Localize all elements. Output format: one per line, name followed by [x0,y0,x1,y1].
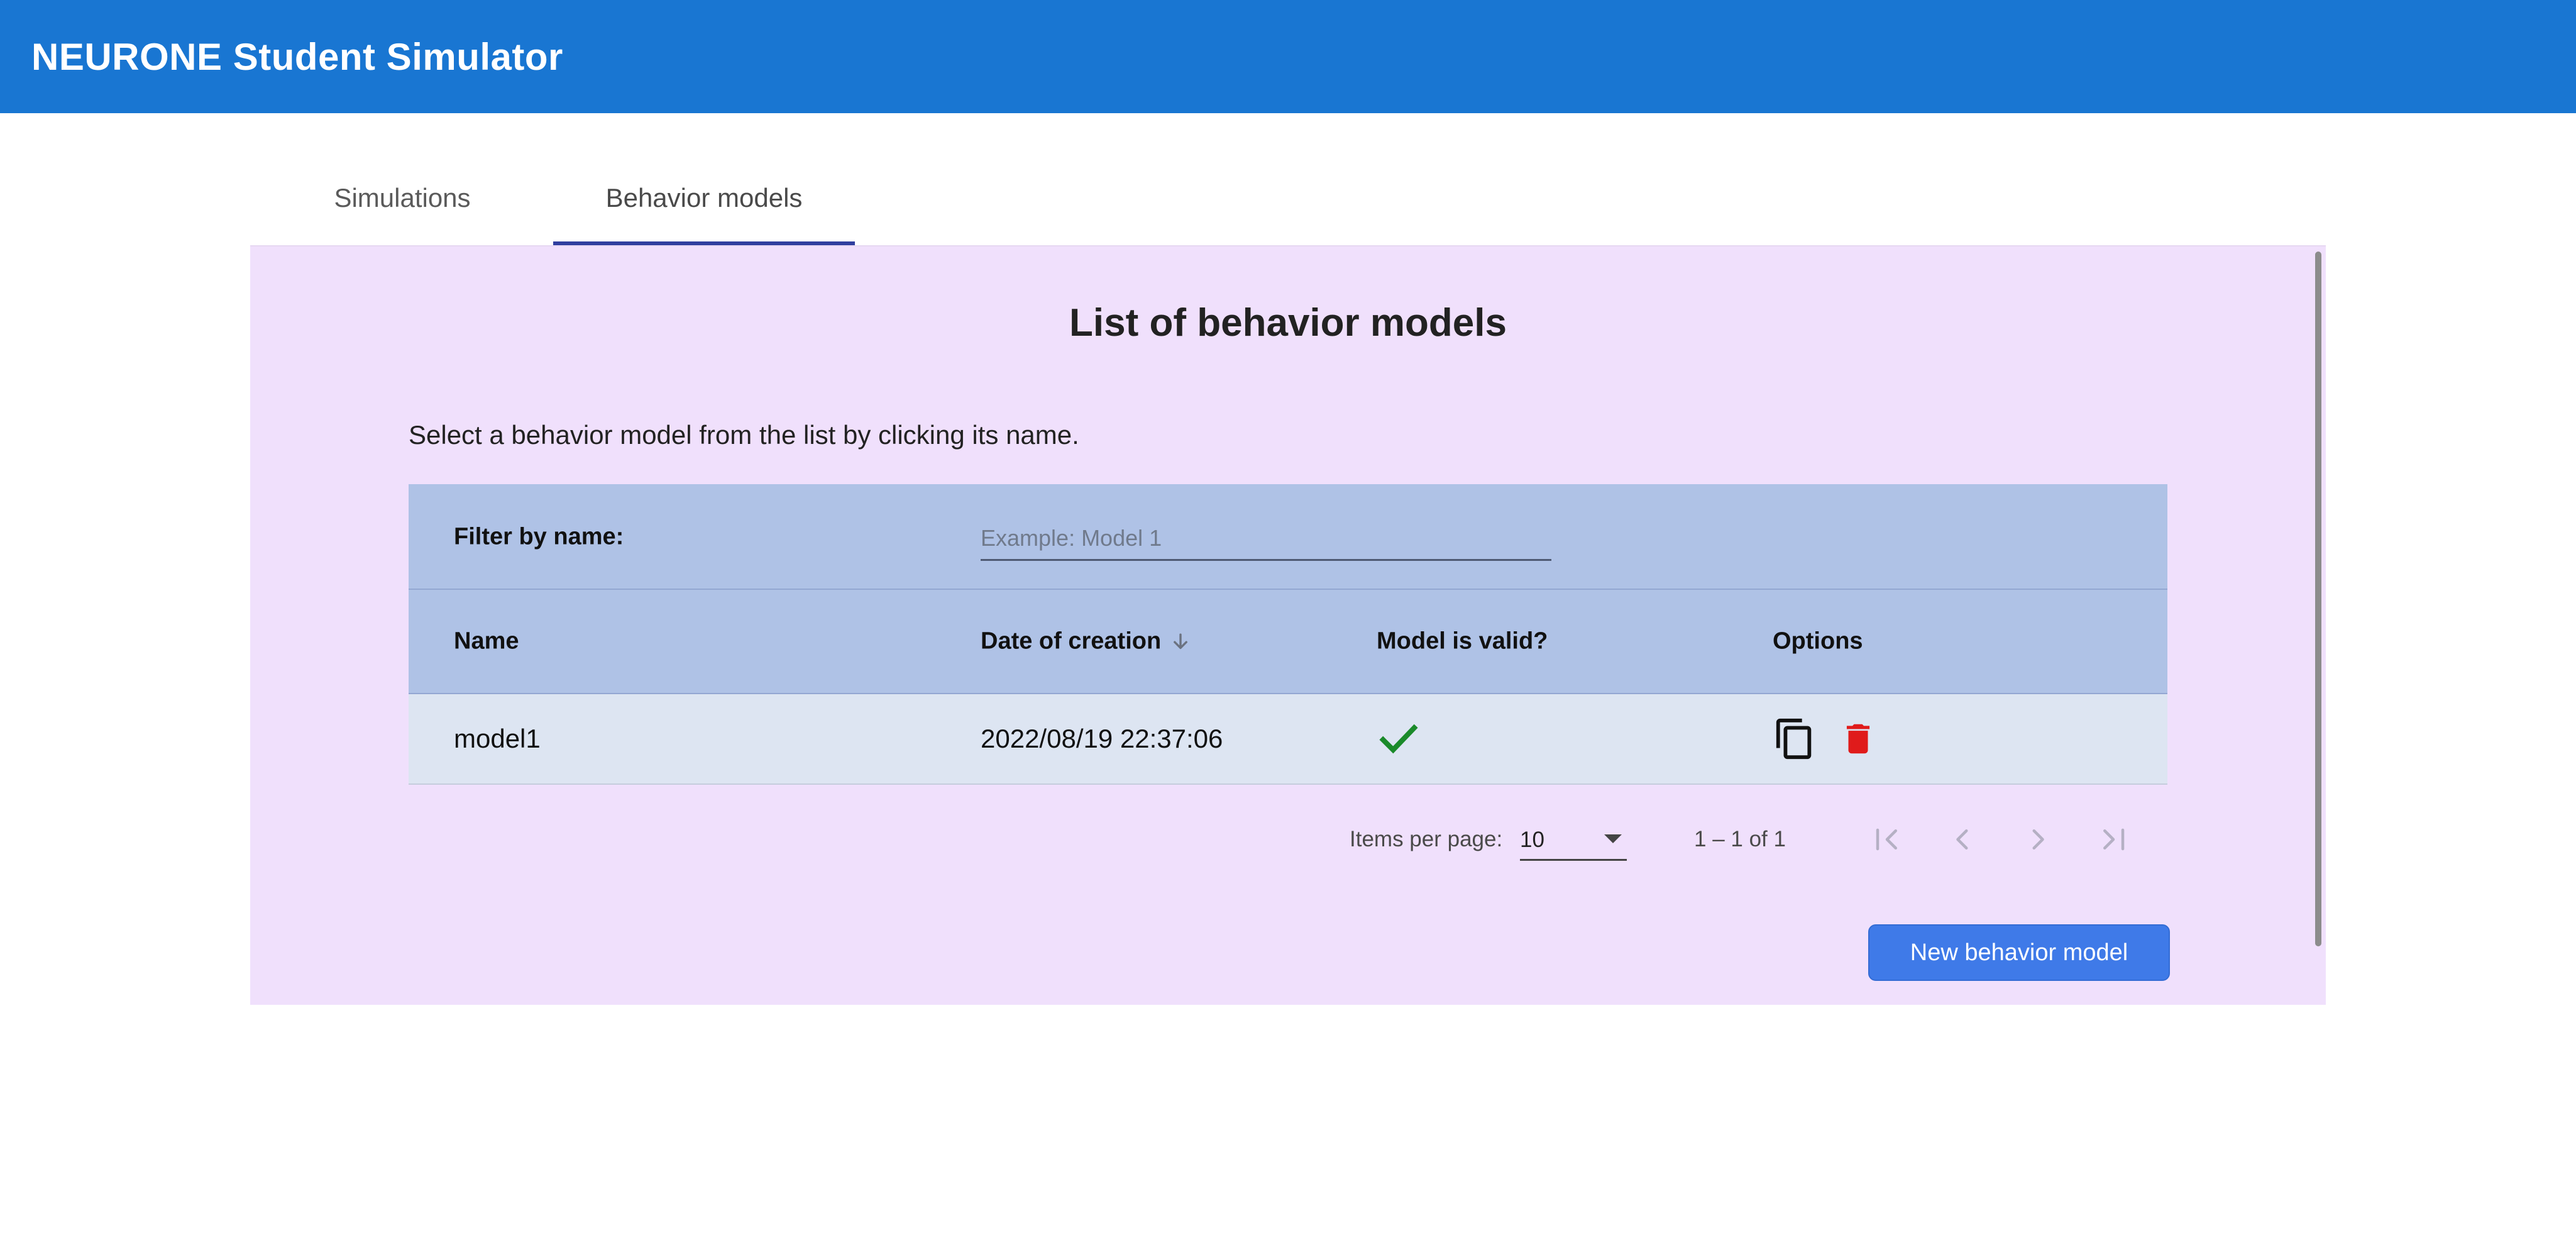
chevron-down-icon [1604,834,1622,843]
items-per-page-value: 10 [1520,827,1544,852]
paginator: Items per page: 10 1 – 1 of 1 [409,808,2167,871]
arrow-down-icon [1174,633,1188,649]
page-title: List of behavior models [1069,301,1507,345]
table-header-row: Name Date of creation Model is valid? Op… [409,590,2167,694]
trash-icon[interactable] [1839,716,1878,761]
next-page-button[interactable] [2013,814,2063,865]
last-page-icon [2103,828,2125,851]
previous-page-button[interactable] [1937,814,1988,865]
items-per-page-select[interactable]: 10 [1520,821,1627,861]
table-row[interactable]: model1 2022/08/19 22:37:06 [409,694,2167,785]
instructions-text: Select a behavior model from the list by… [409,420,1079,450]
model-creation-date: 2022/08/19 22:37:06 [981,724,1223,753]
model-name-link[interactable]: model1 [454,724,541,754]
column-header-date-label: Date of creation [981,628,1162,655]
page-range-label: 1 – 1 of 1 [1694,827,1786,851]
behavior-models-table: Filter by name: Name Date of creation Mo… [409,484,2167,785]
chevron-left-icon [1956,829,1968,849]
check-icon [1379,724,1418,754]
first-page-icon [1876,828,1897,851]
app-title: NEURONE Student Simulator [31,35,563,78]
column-header-date[interactable]: Date of creation [981,628,1191,655]
chevron-right-icon [2032,829,2044,849]
column-header-name[interactable]: Name [454,628,519,655]
tab-behavior-models[interactable]: Behavior models [553,151,855,245]
filter-label: Filter by name: [454,523,624,550]
panel-scrollbar[interactable] [2315,252,2321,946]
first-page-button[interactable] [1862,814,1912,865]
filter-name-input[interactable] [981,517,1551,561]
last-page-button[interactable] [2088,814,2138,865]
new-behavior-model-button[interactable]: New behavior model [1868,924,2170,981]
filter-row: Filter by name: [409,484,2167,590]
column-header-options: Options [1773,628,1863,655]
app-toolbar: NEURONE Student Simulator [0,0,2576,113]
copy-icon[interactable] [1773,716,1817,761]
items-per-page-label: Items per page: [1350,827,1503,851]
column-header-valid: Model is valid? [1377,628,1548,655]
tab-bar: Simulations Behavior models [251,151,855,245]
tab-simulations[interactable]: Simulations [251,151,553,245]
